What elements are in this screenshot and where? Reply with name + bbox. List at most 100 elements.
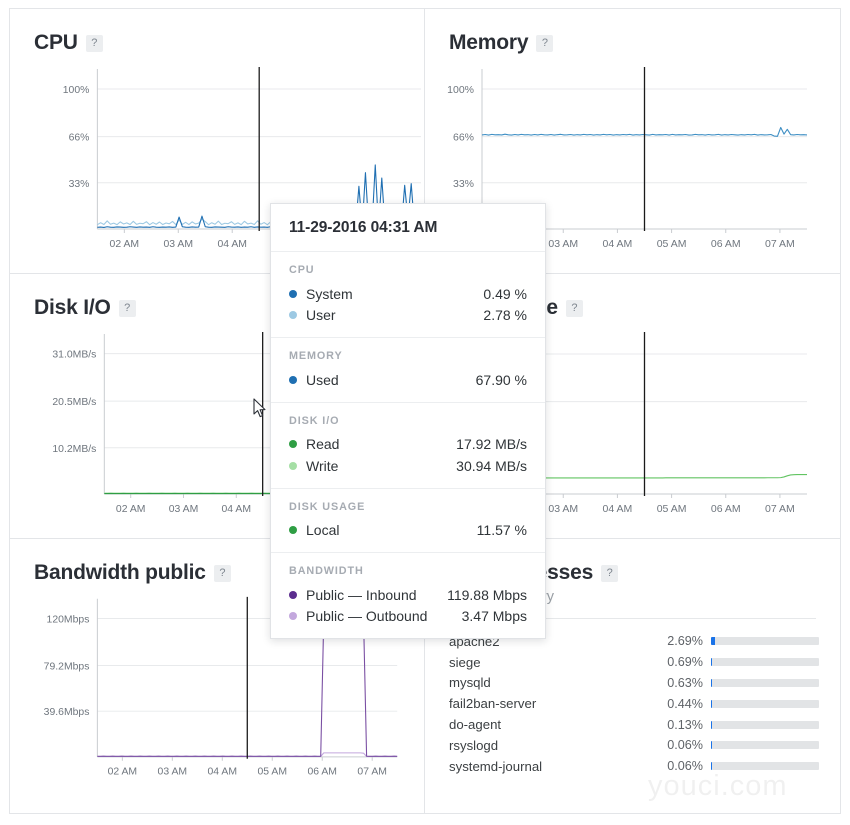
svg-text:07 AM: 07 AM xyxy=(357,766,387,777)
process-row: do-agent 0.13% xyxy=(449,714,819,735)
svg-text:79.2Mbps: 79.2Mbps xyxy=(44,662,90,673)
tooltip-metric-row: Write 30.94 MB/s xyxy=(289,455,527,477)
process-row: fail2ban-server 0.44% xyxy=(449,693,819,714)
help-icon-disk-io[interactable]: ? xyxy=(118,299,136,317)
svg-text:100%: 100% xyxy=(63,85,90,96)
tooltip-section: DISK USAGE Local 11.57 % xyxy=(271,489,545,553)
process-row: siege 0.69% xyxy=(449,652,819,673)
svg-text:06 AM: 06 AM xyxy=(711,238,741,250)
tooltip-metric-value: 0.49 % xyxy=(483,285,527,302)
metrics-tooltip: 11-29-2016 04:31 AM CPU System 0.49 % User 2… xyxy=(270,203,546,639)
process-percent: 2.69% xyxy=(667,634,703,649)
svg-text:03 AM: 03 AM xyxy=(548,503,578,515)
process-percent: 0.63% xyxy=(667,675,703,690)
svg-text:33%: 33% xyxy=(69,179,90,190)
process-name: systemd-journal xyxy=(449,758,543,774)
svg-text:100%: 100% xyxy=(447,84,474,96)
help-icon-disk-usage[interactable]: ? xyxy=(565,299,583,317)
svg-text:66%: 66% xyxy=(453,132,474,144)
process-name: rsyslogd xyxy=(449,737,499,753)
svg-text:04 AM: 04 AM xyxy=(222,504,252,515)
process-row: rsyslogd 0.06% xyxy=(449,735,819,756)
legend-dot-icon xyxy=(289,375,297,384)
svg-text:02 AM: 02 AM xyxy=(108,766,138,777)
svg-text:03 AM: 03 AM xyxy=(158,766,188,777)
tooltip-section-title: CPU xyxy=(289,264,315,276)
process-name: fail2ban-server xyxy=(449,696,537,712)
panel-title-memory-text: Memory xyxy=(449,31,529,54)
svg-text:04 AM: 04 AM xyxy=(217,239,247,250)
process-usage-bar xyxy=(711,720,819,729)
svg-text:33%: 33% xyxy=(453,178,474,190)
process-usage-bar-fill xyxy=(711,678,712,687)
help-icon-cpu[interactable]: ? xyxy=(85,34,103,52)
tooltip-metric-row: Public — Inbound 119.88 Mbps xyxy=(289,584,527,606)
process-name: siege xyxy=(449,654,481,670)
tooltip-section: DISK I/O Read 17.92 MB/s Write 30.94 MB/s xyxy=(271,403,545,489)
svg-text:10.2MB/s: 10.2MB/s xyxy=(52,444,96,455)
tooltip-metric-row: Public — Outbound 3.47 Mbps xyxy=(289,606,527,628)
process-name: mysqld xyxy=(449,675,491,691)
panel-title-bandwidth: Bandwidth public? xyxy=(34,561,231,585)
svg-text:06 AM: 06 AM xyxy=(711,503,741,515)
tooltip-metric-label: System xyxy=(306,285,353,302)
svg-text:20.5MB/s: 20.5MB/s xyxy=(52,397,96,408)
tooltip-metric-row: System 0.49 % xyxy=(289,283,527,305)
svg-text:05 AM: 05 AM xyxy=(257,766,287,777)
tooltip-section-title: DISK I/O xyxy=(289,414,340,427)
process-usage-bar-fill xyxy=(711,741,712,750)
panel-title-disk-io-text: Disk I/O xyxy=(34,296,111,319)
tooltip-section-title: DISK USAGE xyxy=(289,500,366,513)
legend-dot-icon xyxy=(289,590,297,599)
panel-title-cpu-text: CPU xyxy=(34,31,78,54)
legend-dot-icon xyxy=(289,461,297,470)
svg-text:39.6Mbps: 39.6Mbps xyxy=(44,707,90,718)
panel-title-bandwidth-text: Bandwidth public xyxy=(34,561,206,584)
process-percent: 0.69% xyxy=(667,655,703,670)
process-usage-bar-fill xyxy=(711,658,712,667)
svg-text:02 AM: 02 AM xyxy=(110,239,140,250)
processes-list: apache2 2.69% siege 0.69% mysqld 0.63% fail2ba… xyxy=(449,631,819,777)
process-usage-bar-fill xyxy=(711,762,712,771)
process-usage-bar-fill xyxy=(711,637,715,646)
svg-text:04 AM: 04 AM xyxy=(603,238,633,250)
tooltip-metric-label: Local xyxy=(306,522,340,539)
legend-dot-icon xyxy=(289,289,297,298)
tooltip-metric-value: 11.57 % xyxy=(476,522,527,539)
legend-dot-icon xyxy=(289,440,297,449)
svg-text:05 AM: 05 AM xyxy=(657,238,687,250)
help-icon-processes[interactable]: ? xyxy=(601,564,619,582)
svg-text:120Mbps: 120Mbps xyxy=(47,614,90,625)
legend-dot-icon xyxy=(289,311,297,320)
tooltip-metric-label: User xyxy=(306,307,336,324)
process-usage-bar xyxy=(711,741,819,750)
mouse-cursor-icon xyxy=(253,398,266,418)
tooltip-section-title: MEMORY xyxy=(289,350,343,362)
tooltip-section: BANDWIDTH Public — Inbound 119.88 Mbps Publ… xyxy=(271,553,545,638)
tooltip-metric-value: 3.47 Mbps xyxy=(461,608,527,625)
svg-text:07 AM: 07 AM xyxy=(765,238,795,250)
help-icon-memory[interactable]: ? xyxy=(536,34,554,52)
panel-title-disk-io: Disk I/O? xyxy=(34,296,136,320)
svg-text:04 AM: 04 AM xyxy=(208,766,238,777)
tooltip-metric-value: 119.88 Mbps xyxy=(447,586,527,603)
legend-dot-icon xyxy=(289,612,297,621)
svg-text:04 AM: 04 AM xyxy=(603,503,633,515)
process-percent: 0.13% xyxy=(667,717,703,732)
tooltip-section: MEMORY Used 67.90 % xyxy=(271,338,545,403)
tooltip-metric-label: Read xyxy=(306,436,340,453)
process-usage-bar xyxy=(711,637,819,646)
tooltip-section-title: BANDWIDTH xyxy=(289,565,364,577)
tooltip-metric-row: Used 67.90 % xyxy=(289,369,527,391)
help-icon-bandwidth[interactable]: ? xyxy=(213,564,231,582)
svg-text:06 AM: 06 AM xyxy=(307,766,337,777)
tooltip-metric-label: Public — Inbound xyxy=(306,586,417,603)
watermark: youci.com xyxy=(648,770,788,802)
svg-text:03 AM: 03 AM xyxy=(169,504,199,515)
svg-text:03 AM: 03 AM xyxy=(164,239,194,250)
tooltip-metric-row: Read 17.92 MB/s xyxy=(289,434,527,456)
svg-text:66%: 66% xyxy=(69,133,90,144)
process-usage-bar-fill xyxy=(711,699,712,708)
process-usage-bar xyxy=(711,762,819,771)
process-row: mysqld 0.63% xyxy=(449,673,819,694)
